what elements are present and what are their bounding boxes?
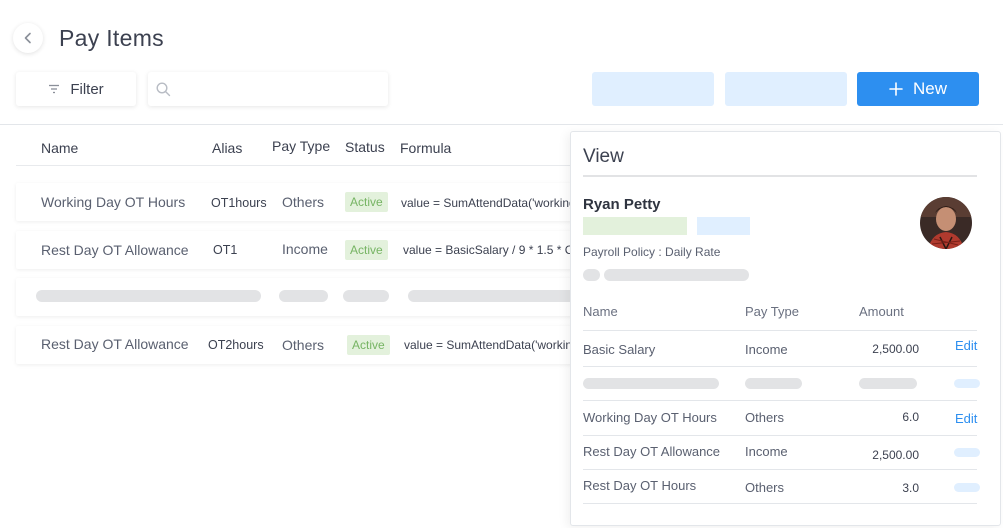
row-divider [583, 400, 977, 401]
table-header-divider [16, 165, 576, 166]
column-header-alias[interactable]: Alias [212, 140, 242, 156]
pay-item-pay-type: Income [282, 241, 328, 257]
search-box[interactable] [148, 72, 388, 106]
status-badge: Active [347, 335, 390, 355]
chevron-left-icon [24, 32, 31, 44]
skeleton-bar [859, 378, 917, 389]
column-header-pay-type[interactable]: Pay Type [272, 138, 330, 154]
toolbar-action-button-2[interactable] [725, 72, 847, 106]
view-item-amount: 6.0 [902, 410, 919, 424]
view-column-header-name: Name [583, 304, 618, 319]
view-title-divider [583, 175, 977, 177]
view-item-pay-type: Income [745, 444, 788, 459]
avatar-photo [920, 197, 972, 249]
edit-link[interactable]: Edit [955, 411, 977, 426]
view-item-pay-type: Others [745, 480, 785, 495]
action-placeholder [954, 379, 980, 388]
search-input[interactable] [177, 81, 377, 97]
view-item-name: Basic Salary [583, 342, 656, 357]
view-item-amount: 2,500.00 [872, 448, 919, 462]
pay-item-name: Rest Day OT Allowance [41, 242, 189, 258]
column-header-status[interactable]: Status [345, 139, 385, 155]
row-divider [583, 330, 977, 331]
view-item-pay-type: Income [745, 342, 788, 357]
row-divider [583, 366, 977, 367]
page-title: Pay Items [59, 25, 164, 51]
filter-button[interactable]: Filter [16, 72, 136, 106]
filter-label: Filter [70, 80, 104, 98]
employee-tag-placeholder [583, 217, 687, 235]
search-icon [156, 81, 171, 96]
pay-item-formula: value = SumAttendData('workin [404, 338, 573, 352]
row-divider [583, 435, 977, 436]
skeleton-bar [36, 290, 261, 302]
employee-tag-placeholder [697, 217, 750, 235]
filter-icon [49, 84, 60, 94]
pay-item-name: Working Day OT Hours [41, 194, 186, 210]
table-row[interactable]: Working Day OT Hours OT1hours Others Act… [16, 183, 576, 221]
pay-item-alias: OT1hours [211, 196, 267, 210]
table-row-loading [16, 278, 576, 316]
edit-link[interactable]: Edit [955, 338, 977, 353]
view-column-header-pay-type: Pay Type [745, 304, 799, 319]
status-badge: Active [345, 240, 388, 260]
employee-name: Ryan Petty [583, 196, 661, 213]
pay-item-formula: value = SumAttendData('working [401, 196, 576, 210]
view-item-name: Rest Day OT Allowance [583, 444, 721, 459]
pay-item-alias: OT1 [213, 243, 238, 257]
avatar [920, 197, 972, 249]
view-item-amount: 3.0 [902, 481, 919, 495]
action-placeholder [954, 448, 980, 457]
new-button[interactable]: New [857, 72, 979, 106]
plus-icon [889, 82, 903, 96]
view-column-header-amount: Amount [859, 304, 904, 319]
skeleton-bar [604, 269, 749, 281]
skeleton-bar [408, 290, 576, 302]
column-header-formula[interactable]: Formula [400, 140, 451, 156]
new-label: New [912, 79, 947, 98]
pay-item-alias: OT2hours [208, 338, 264, 352]
pay-item-name: Rest Day OT Allowance [41, 336, 189, 352]
view-item-name: Working Day OT Hours [583, 410, 717, 425]
pay-item-formula: value = BasicSalary / 9 * 1.5 * C [403, 243, 574, 257]
view-panel: View Ryan Petty Payroll Policy : Daily R… [570, 131, 1001, 526]
skeleton-bar [343, 290, 389, 302]
skeleton-bar [583, 269, 600, 281]
status-badge: Active [345, 192, 388, 212]
pay-item-pay-type: Others [282, 337, 325, 353]
view-item-pay-type: Others [745, 410, 785, 425]
toolbar-action-button-1[interactable] [592, 72, 714, 106]
skeleton-bar [279, 290, 328, 302]
header-divider [0, 124, 1003, 125]
view-item-amount: 2,500.00 [872, 342, 919, 356]
skeleton-bar [583, 378, 719, 389]
view-item-name: Rest Day OT Hours [583, 478, 697, 493]
back-button[interactable] [13, 23, 43, 53]
table-row[interactable]: Rest Day OT Allowance OT2hours Others Ac… [16, 326, 576, 364]
payroll-policy: Payroll Policy : Daily Rate [583, 245, 721, 259]
skeleton-bar [745, 378, 802, 389]
view-title: View [583, 146, 624, 167]
table-row[interactable]: Rest Day OT Allowance OT1 Income Active … [16, 231, 576, 269]
pay-item-pay-type: Others [282, 194, 325, 210]
action-placeholder [954, 483, 980, 492]
column-header-name[interactable]: Name [41, 140, 78, 156]
row-divider [583, 469, 977, 470]
row-divider [583, 503, 977, 504]
